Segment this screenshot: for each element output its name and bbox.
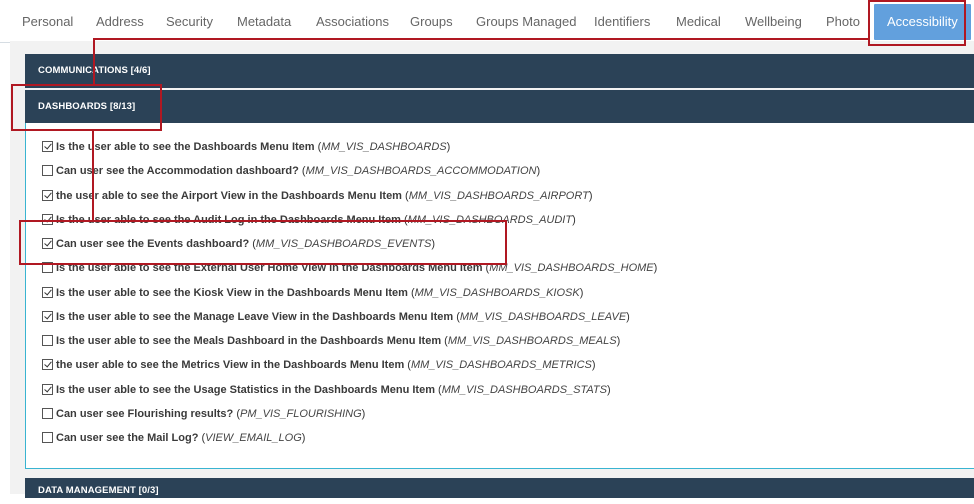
permission-checkbox[interactable] (42, 384, 53, 395)
permission-code: MM_VIS_DASHBOARDS_METRICS (410, 359, 592, 371)
permission-item: Can user see the Mail Log? (VIEW_EMAIL_L… (42, 430, 305, 446)
permission-item: Is the user able to see the Dashboards M… (42, 139, 450, 155)
tab-photo[interactable]: Photo (826, 0, 860, 42)
permission-code-open: ( (401, 190, 409, 202)
permission-item: Is the user able to see the Usage Statis… (42, 382, 611, 398)
permission-item: Is the user able to see the Kiosk View i… (42, 285, 583, 301)
permission-code-open: ( (233, 408, 241, 420)
section-header-data-management[interactable]: DATA MANAGEMENT [0/3] (25, 478, 974, 498)
tab-address[interactable]: Address (96, 0, 144, 42)
permission-code-close: ) (301, 432, 306, 444)
tab-medical[interactable]: Medical (676, 0, 721, 42)
tab-security[interactable]: Security (166, 0, 213, 42)
permission-item: Is the user able to see the Meals Dashbo… (42, 333, 620, 349)
permission-label: Is the user able to see the Usage Statis… (56, 384, 435, 396)
permission-item: the user able to see the Metrics View in… (42, 357, 596, 373)
permission-code-open: ( (441, 335, 448, 347)
permission-label: Can user see the Mail Log? (56, 432, 199, 444)
permission-code-close: ) (446, 141, 451, 153)
permission-code: MM_VIS_DASHBOARDS_HOME (489, 262, 654, 274)
section-title: COMMUNICATIONS [4/6] (38, 65, 151, 76)
permission-code-open: ( (404, 359, 411, 371)
permission-checkbox[interactable] (42, 238, 53, 249)
permission-code: MM_VIS_DASHBOARDS_MEALS (447, 335, 617, 347)
tab-personal[interactable]: Personal (22, 0, 73, 42)
permission-code: MM_VIS_DASHBOARDS_KIOSK (414, 287, 580, 299)
permission-code-close: ) (579, 287, 584, 299)
tab-associations[interactable]: Associations (316, 0, 389, 42)
tab-accessibility[interactable]: Accessibility (874, 4, 971, 40)
permission-code: PM_VIS_FLOURISHING (240, 408, 362, 420)
section-header-dashboards[interactable]: DASHBOARDS [8/13] (25, 90, 974, 124)
permission-code: VIEW_EMAIL_LOG (205, 432, 302, 444)
permission-label: Can user see the Accommodation dashboard… (56, 165, 299, 177)
permission-label: Is the user able to see the External Use… (56, 262, 483, 274)
permission-code-close: ) (591, 359, 596, 371)
permission-checkbox[interactable] (42, 165, 53, 176)
permission-code-close: ) (572, 214, 576, 226)
permission-checkbox[interactable] (42, 432, 53, 443)
permission-label: Is the user able to see the Audit Log in… (56, 214, 401, 226)
permission-code: MM_VIS_DASHBOARDS_EVENTS (255, 238, 432, 250)
permission-code-open: ( (407, 287, 415, 299)
section-header-communications[interactable]: COMMUNICATIONS [4/6] (25, 54, 974, 88)
permission-item: Is the user able to see the Manage Leave… (42, 309, 630, 325)
permission-item: Is the user able to see the External Use… (42, 260, 657, 276)
permission-checkbox[interactable] (42, 262, 53, 273)
permission-code: MM_VIS_DASHBOARDS_STATS (441, 384, 607, 396)
permission-checkbox[interactable] (42, 190, 53, 201)
permission-label: Is the user able to see the Kiosk View i… (56, 287, 408, 299)
permission-label: Is the user able to see the Meals Dashbo… (56, 335, 442, 347)
permission-item: the user able to see the Airport View in… (42, 188, 593, 204)
permission-checkbox[interactable] (42, 359, 53, 370)
section-title: DASHBOARDS [8/13] (38, 101, 136, 112)
permission-label: Can user see the Events dashboard? (56, 238, 250, 250)
permission-label: the user able to see the Metrics View in… (56, 359, 405, 371)
permission-code: MM_VIS_DASHBOARDS_LEAVE (459, 311, 627, 323)
permission-checkbox[interactable] (42, 141, 53, 152)
permission-checkbox[interactable] (42, 287, 53, 298)
permission-label: Is the user able to see the Dashboards M… (56, 141, 315, 153)
permission-code-close: ) (536, 165, 541, 177)
permission-code: MM_VIS_DASHBOARDS_AUDIT (407, 214, 573, 226)
tab-wellbeing[interactable]: Wellbeing (745, 0, 802, 42)
permission-item: Can user see Flourishing results? (PM_VI… (42, 406, 365, 422)
permission-label: Can user see Flourishing results? (56, 408, 234, 420)
permission-item: Can user see the Events dashboard? (MM_V… (42, 236, 435, 252)
permission-code-close: ) (431, 238, 436, 250)
permission-checkbox[interactable] (42, 311, 53, 322)
tab-groups[interactable]: Groups (410, 0, 453, 42)
permission-code-open: ( (298, 165, 306, 177)
permission-checkbox[interactable] (42, 214, 53, 225)
permission-code-close: ) (588, 190, 593, 202)
permission-code-open: ( (400, 214, 408, 226)
tab-groups-managed[interactable]: Groups Managed (476, 0, 576, 42)
permission-code-close: ) (606, 384, 611, 396)
permission-code: MM_VIS_DASHBOARDS (321, 141, 447, 153)
permission-item: Can user see the Accommodation dashboard… (42, 163, 540, 179)
permission-code-close: ) (653, 262, 658, 274)
permission-code-open: ( (435, 384, 442, 396)
permission-code-open: ( (249, 238, 256, 250)
permission-checkbox[interactable] (42, 408, 53, 419)
tab-bar: Personal Address Security Metadata Assoc… (0, 0, 974, 43)
permission-label: Is the user able to see the Manage Leave… (56, 311, 454, 323)
permission-code-close: ) (626, 311, 630, 323)
permission-code-close: ) (361, 408, 366, 420)
permission-code: MM_VIS_DASHBOARDS_ACCOMMODATION (305, 165, 537, 177)
permission-code: MM_VIS_DASHBOARDS_AIRPORT (408, 190, 589, 202)
permission-item: Is the user able to see the Audit Log in… (42, 212, 576, 228)
tab-metadata[interactable]: Metadata (237, 0, 291, 42)
permission-code-close: ) (616, 335, 621, 347)
tab-identifiers[interactable]: Identifiers (594, 0, 650, 42)
permission-checkbox[interactable] (42, 335, 53, 346)
permission-code-open: ( (453, 311, 460, 323)
section-title: DATA MANAGEMENT [0/3] (38, 485, 159, 496)
permission-label: the user able to see the Airport View in… (56, 190, 402, 202)
